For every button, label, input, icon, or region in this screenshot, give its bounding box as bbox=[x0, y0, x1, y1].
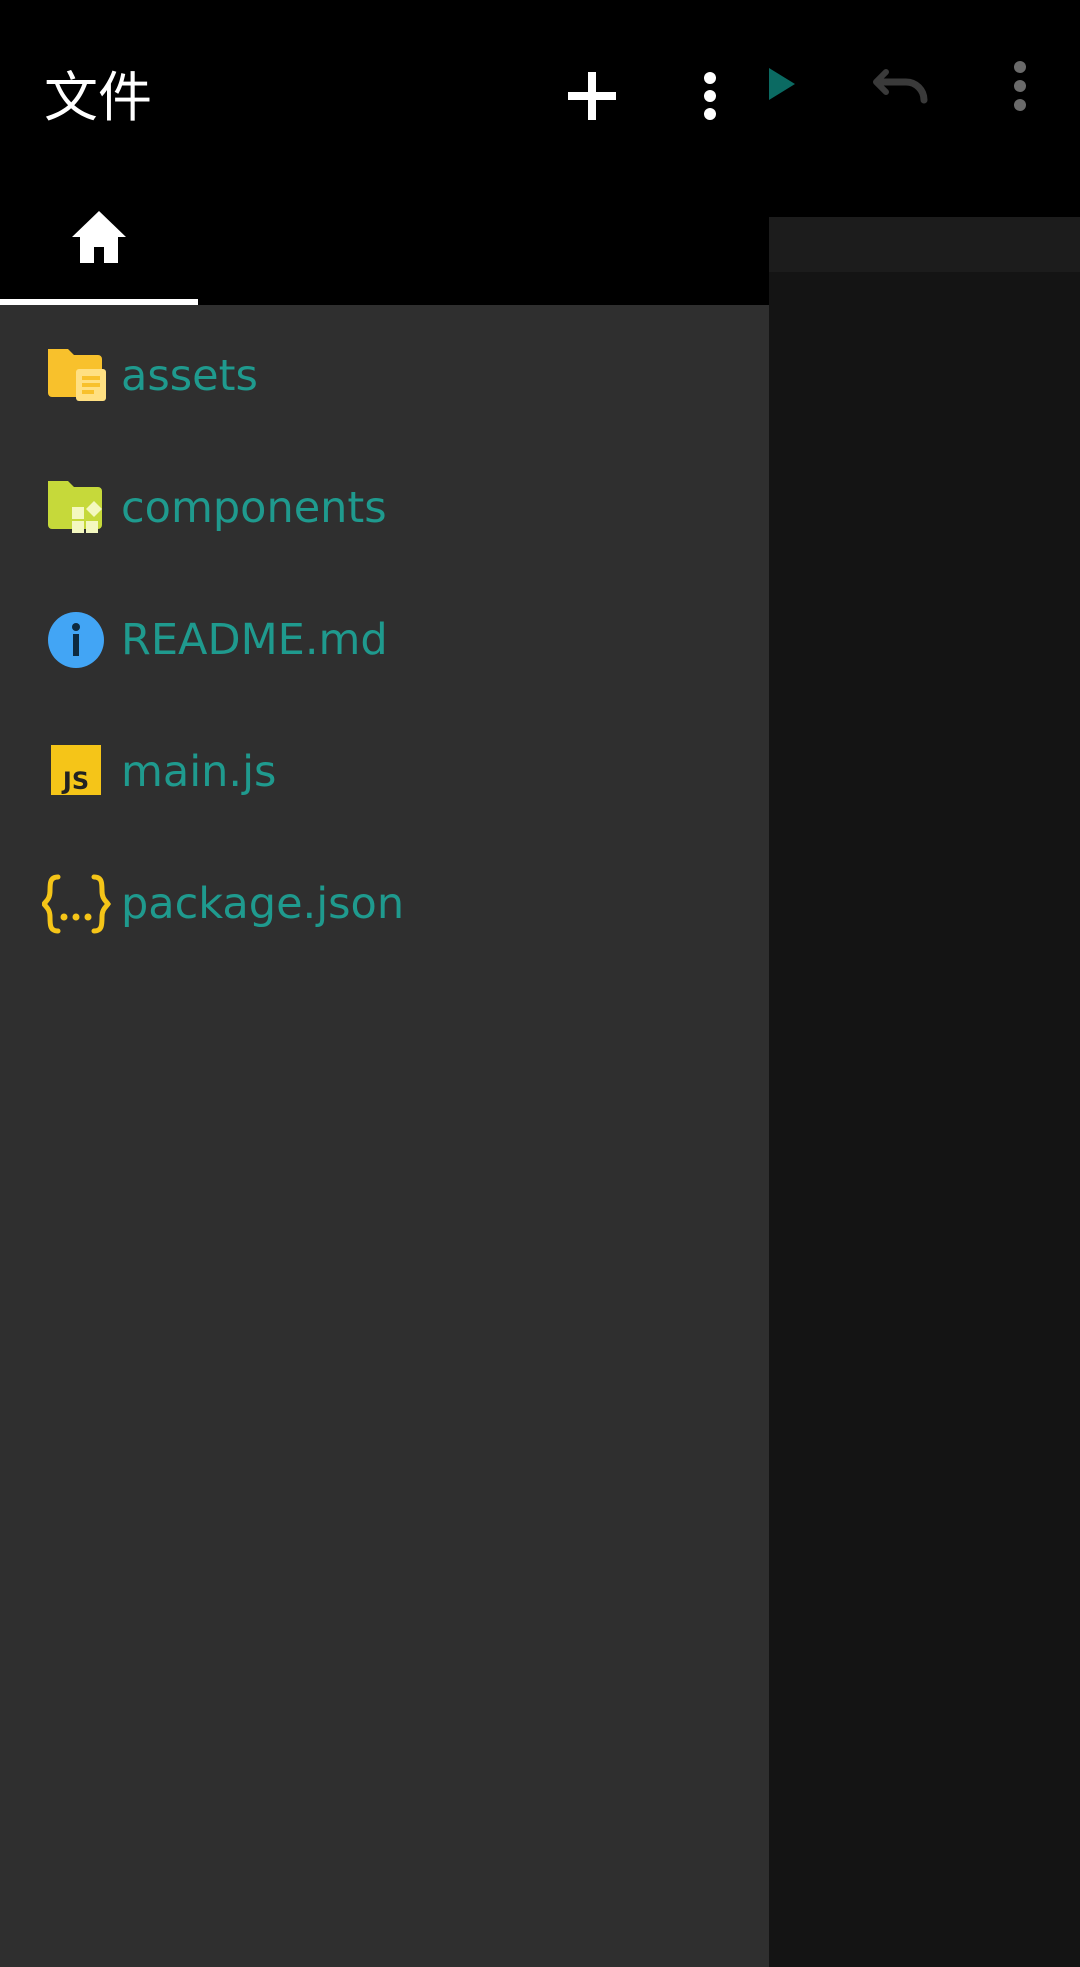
info-icon bbox=[48, 612, 104, 668]
json-braces-icon bbox=[42, 874, 112, 934]
javascript-icon: JS bbox=[51, 745, 101, 795]
list-item[interactable]: assets bbox=[0, 305, 769, 437]
list-item[interactable]: components bbox=[0, 437, 769, 569]
folder-components-icon bbox=[48, 481, 102, 533]
file-drawer: 文件 assets components README.md JS main.j… bbox=[0, 0, 769, 1967]
list-item[interactable]: README.md bbox=[0, 569, 769, 701]
file-name: package.json bbox=[121, 879, 405, 929]
editor-tab-strip bbox=[769, 217, 1080, 272]
file-name: README.md bbox=[121, 615, 388, 665]
file-name: components bbox=[121, 483, 387, 533]
add-icon[interactable] bbox=[560, 64, 624, 128]
folder-assets-icon bbox=[48, 349, 106, 401]
list-item[interactable]: JS main.js bbox=[0, 701, 769, 833]
file-list: assets components README.md JS main.js p… bbox=[0, 305, 769, 965]
home-icon bbox=[72, 211, 126, 263]
file-name: main.js bbox=[121, 747, 277, 797]
drawer-title: 文件 bbox=[44, 66, 152, 129]
more-vertical-icon[interactable] bbox=[1005, 60, 1035, 112]
more-vertical-icon[interactable] bbox=[690, 64, 730, 128]
list-item[interactable]: package.json bbox=[0, 833, 769, 965]
drawer-header: 文件 bbox=[0, 0, 769, 305]
file-name: assets bbox=[121, 351, 258, 401]
undo-icon[interactable] bbox=[872, 62, 932, 106]
run-icon[interactable] bbox=[765, 64, 799, 104]
svg-text:JS: JS bbox=[61, 767, 89, 795]
tab-home[interactable] bbox=[0, 205, 198, 305]
